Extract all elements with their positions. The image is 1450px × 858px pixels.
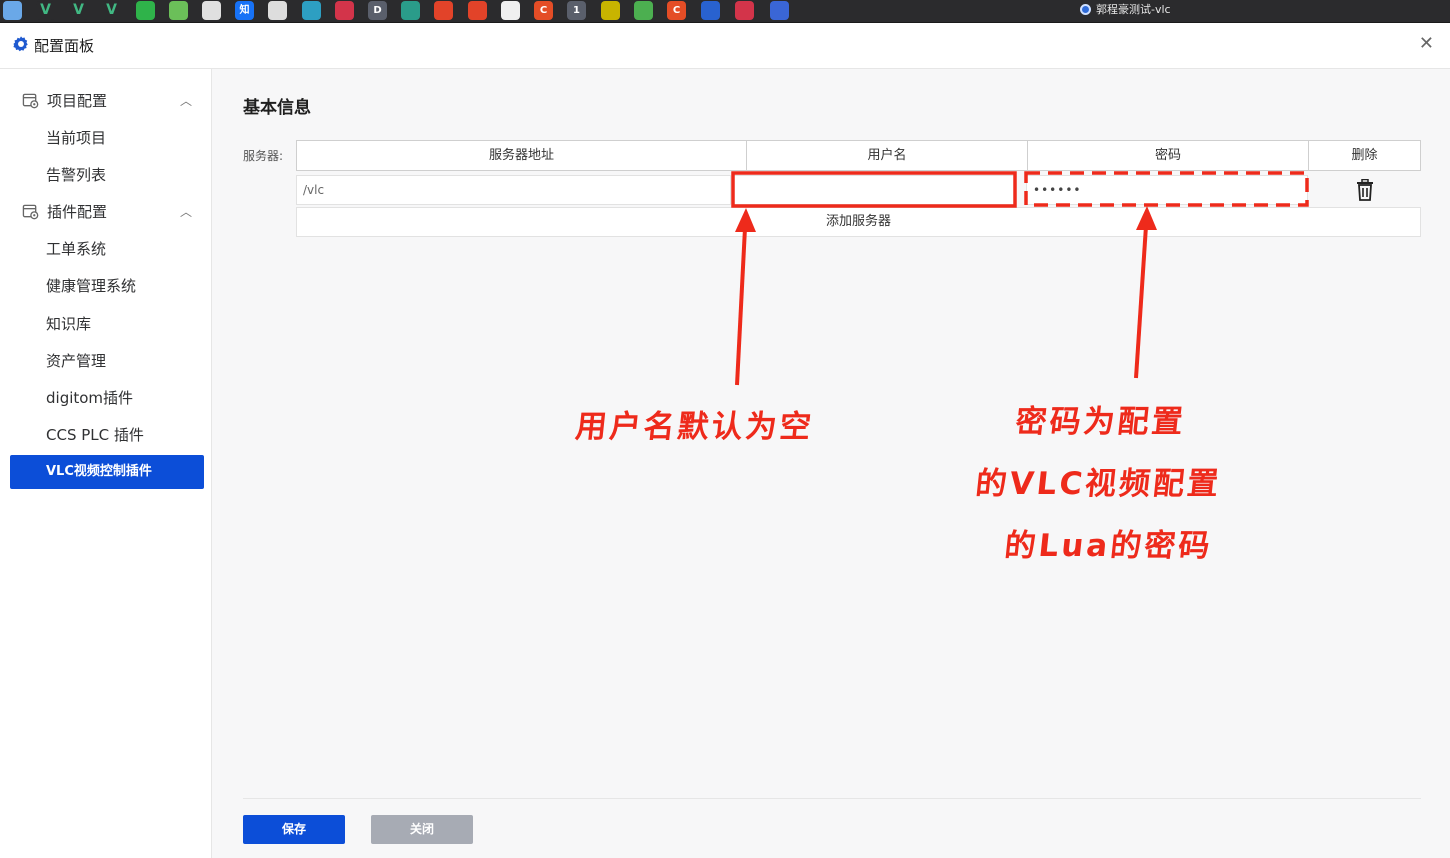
footer-divider	[243, 798, 1421, 799]
blue-circle-icon[interactable]	[770, 1, 789, 20]
sidebar-item-digitom-plugin[interactable]: digitom插件	[46, 387, 133, 409]
sidebar-item-vlc-plugin[interactable]: VLC视频控制插件	[10, 455, 204, 489]
green-circle-icon[interactable]	[136, 1, 155, 20]
gitlab-icon[interactable]	[434, 1, 453, 20]
sidebar-item-ticket-system[interactable]: 工单系统	[46, 238, 106, 260]
add-server-button[interactable]: 添加服务器	[296, 207, 1421, 237]
blue-hex-icon[interactable]	[701, 1, 720, 20]
sidebar-group-project-config[interactable]: 项目配置 ︿	[22, 90, 192, 112]
panel-title: 配置面板	[34, 37, 95, 55]
teal-circle-icon[interactable]	[302, 1, 321, 20]
sidebar-item-knowledge-base[interactable]: 知识库	[46, 313, 91, 335]
sidebar-item-asset-management[interactable]: 资产管理	[46, 350, 106, 372]
github-icon[interactable]	[501, 1, 520, 20]
chevron-up-icon[interactable]: ︿	[180, 201, 192, 223]
sidebar-item-ccs-plc-plugin[interactable]: CCS PLC 插件	[46, 424, 144, 446]
sidebar-group-label: 项目配置	[47, 92, 108, 110]
gitlab-icon[interactable]	[468, 1, 487, 20]
c-red-icon[interactable]: C	[667, 1, 686, 20]
browser-icon[interactable]	[3, 1, 22, 20]
panel-header: 配置面板 ✕	[0, 23, 1450, 69]
green-app-icon[interactable]	[169, 1, 188, 20]
column-header-delete: 删除	[1308, 140, 1421, 171]
settings-window-icon	[22, 93, 39, 109]
sidebar: 项目配置 ︿ 当前项目 告警列表 插件配置 ︿ 工单系统 健康管理系统 知识库 …	[0, 69, 212, 858]
sidebar-item-health-management[interactable]: 健康管理系统	[46, 275, 136, 297]
password-input[interactable]: ••••••	[1026, 175, 1308, 205]
password-annotation-line: 的VLC视频配置	[973, 466, 1224, 502]
username-input[interactable]	[733, 175, 1015, 205]
save-button[interactable]: 保存	[243, 815, 345, 844]
gear-icon	[13, 36, 28, 52]
sidebar-group-label: 插件配置	[47, 203, 108, 221]
d-icon[interactable]: D	[368, 1, 387, 20]
book-icon[interactable]	[268, 1, 287, 20]
red-circle-icon[interactable]	[335, 1, 354, 20]
sidebar-item-current-project[interactable]: 当前项目	[46, 127, 106, 149]
column-header-username: 用户名	[746, 140, 1028, 171]
yellow-app-icon[interactable]	[601, 1, 620, 20]
chevron-up-icon[interactable]: ︿	[180, 90, 192, 112]
browser-tab-strip: VVV知DC1C 郭程豪测试-vlc	[0, 0, 1450, 23]
red-circle-icon[interactable]	[735, 1, 754, 20]
active-tab[interactable]: 郭程豪测试-vlc	[1080, 0, 1171, 22]
green-ball-icon[interactable]	[634, 1, 653, 20]
section-title: 基本信息	[243, 98, 311, 118]
server-address-input[interactable]: /vlc	[296, 175, 731, 205]
sidebar-group-plugin-config[interactable]: 插件配置 ︿	[22, 201, 192, 223]
column-header-server-address: 服务器地址	[296, 140, 747, 171]
password-annotation-line: 密码为配置	[1013, 404, 1188, 440]
number-one-icon[interactable]: 1	[567, 1, 586, 20]
sidebar-item-alarm-list[interactable]: 告警列表	[46, 164, 106, 186]
main-content: 基本信息 服务器: 服务器地址 用户名 密码 删除 /vlc •••••• 添加…	[212, 69, 1450, 858]
active-tab-title: 郭程豪测试-vlc	[1096, 3, 1171, 16]
close-button[interactable]: 关闭	[371, 815, 473, 844]
trash-icon[interactable]	[1355, 179, 1375, 201]
play-icon[interactable]	[401, 1, 420, 20]
zhihu-icon[interactable]: 知	[235, 1, 254, 20]
servers-label: 服务器:	[243, 149, 284, 163]
column-header-password: 密码	[1027, 140, 1309, 171]
vue-icon[interactable]: V	[69, 1, 88, 20]
site-icon	[1080, 4, 1091, 15]
settings-window-icon	[22, 204, 39, 220]
c-red-icon[interactable]: C	[534, 1, 553, 20]
username-annotation: 用户名默认为空	[573, 409, 816, 445]
password-annotation-line: 的Lua的密码	[1002, 528, 1215, 564]
document-icon[interactable]	[202, 1, 221, 20]
close-icon[interactable]: ✕	[1419, 33, 1434, 54]
vue-icon[interactable]: V	[102, 1, 121, 20]
vue-icon[interactable]: V	[36, 1, 55, 20]
